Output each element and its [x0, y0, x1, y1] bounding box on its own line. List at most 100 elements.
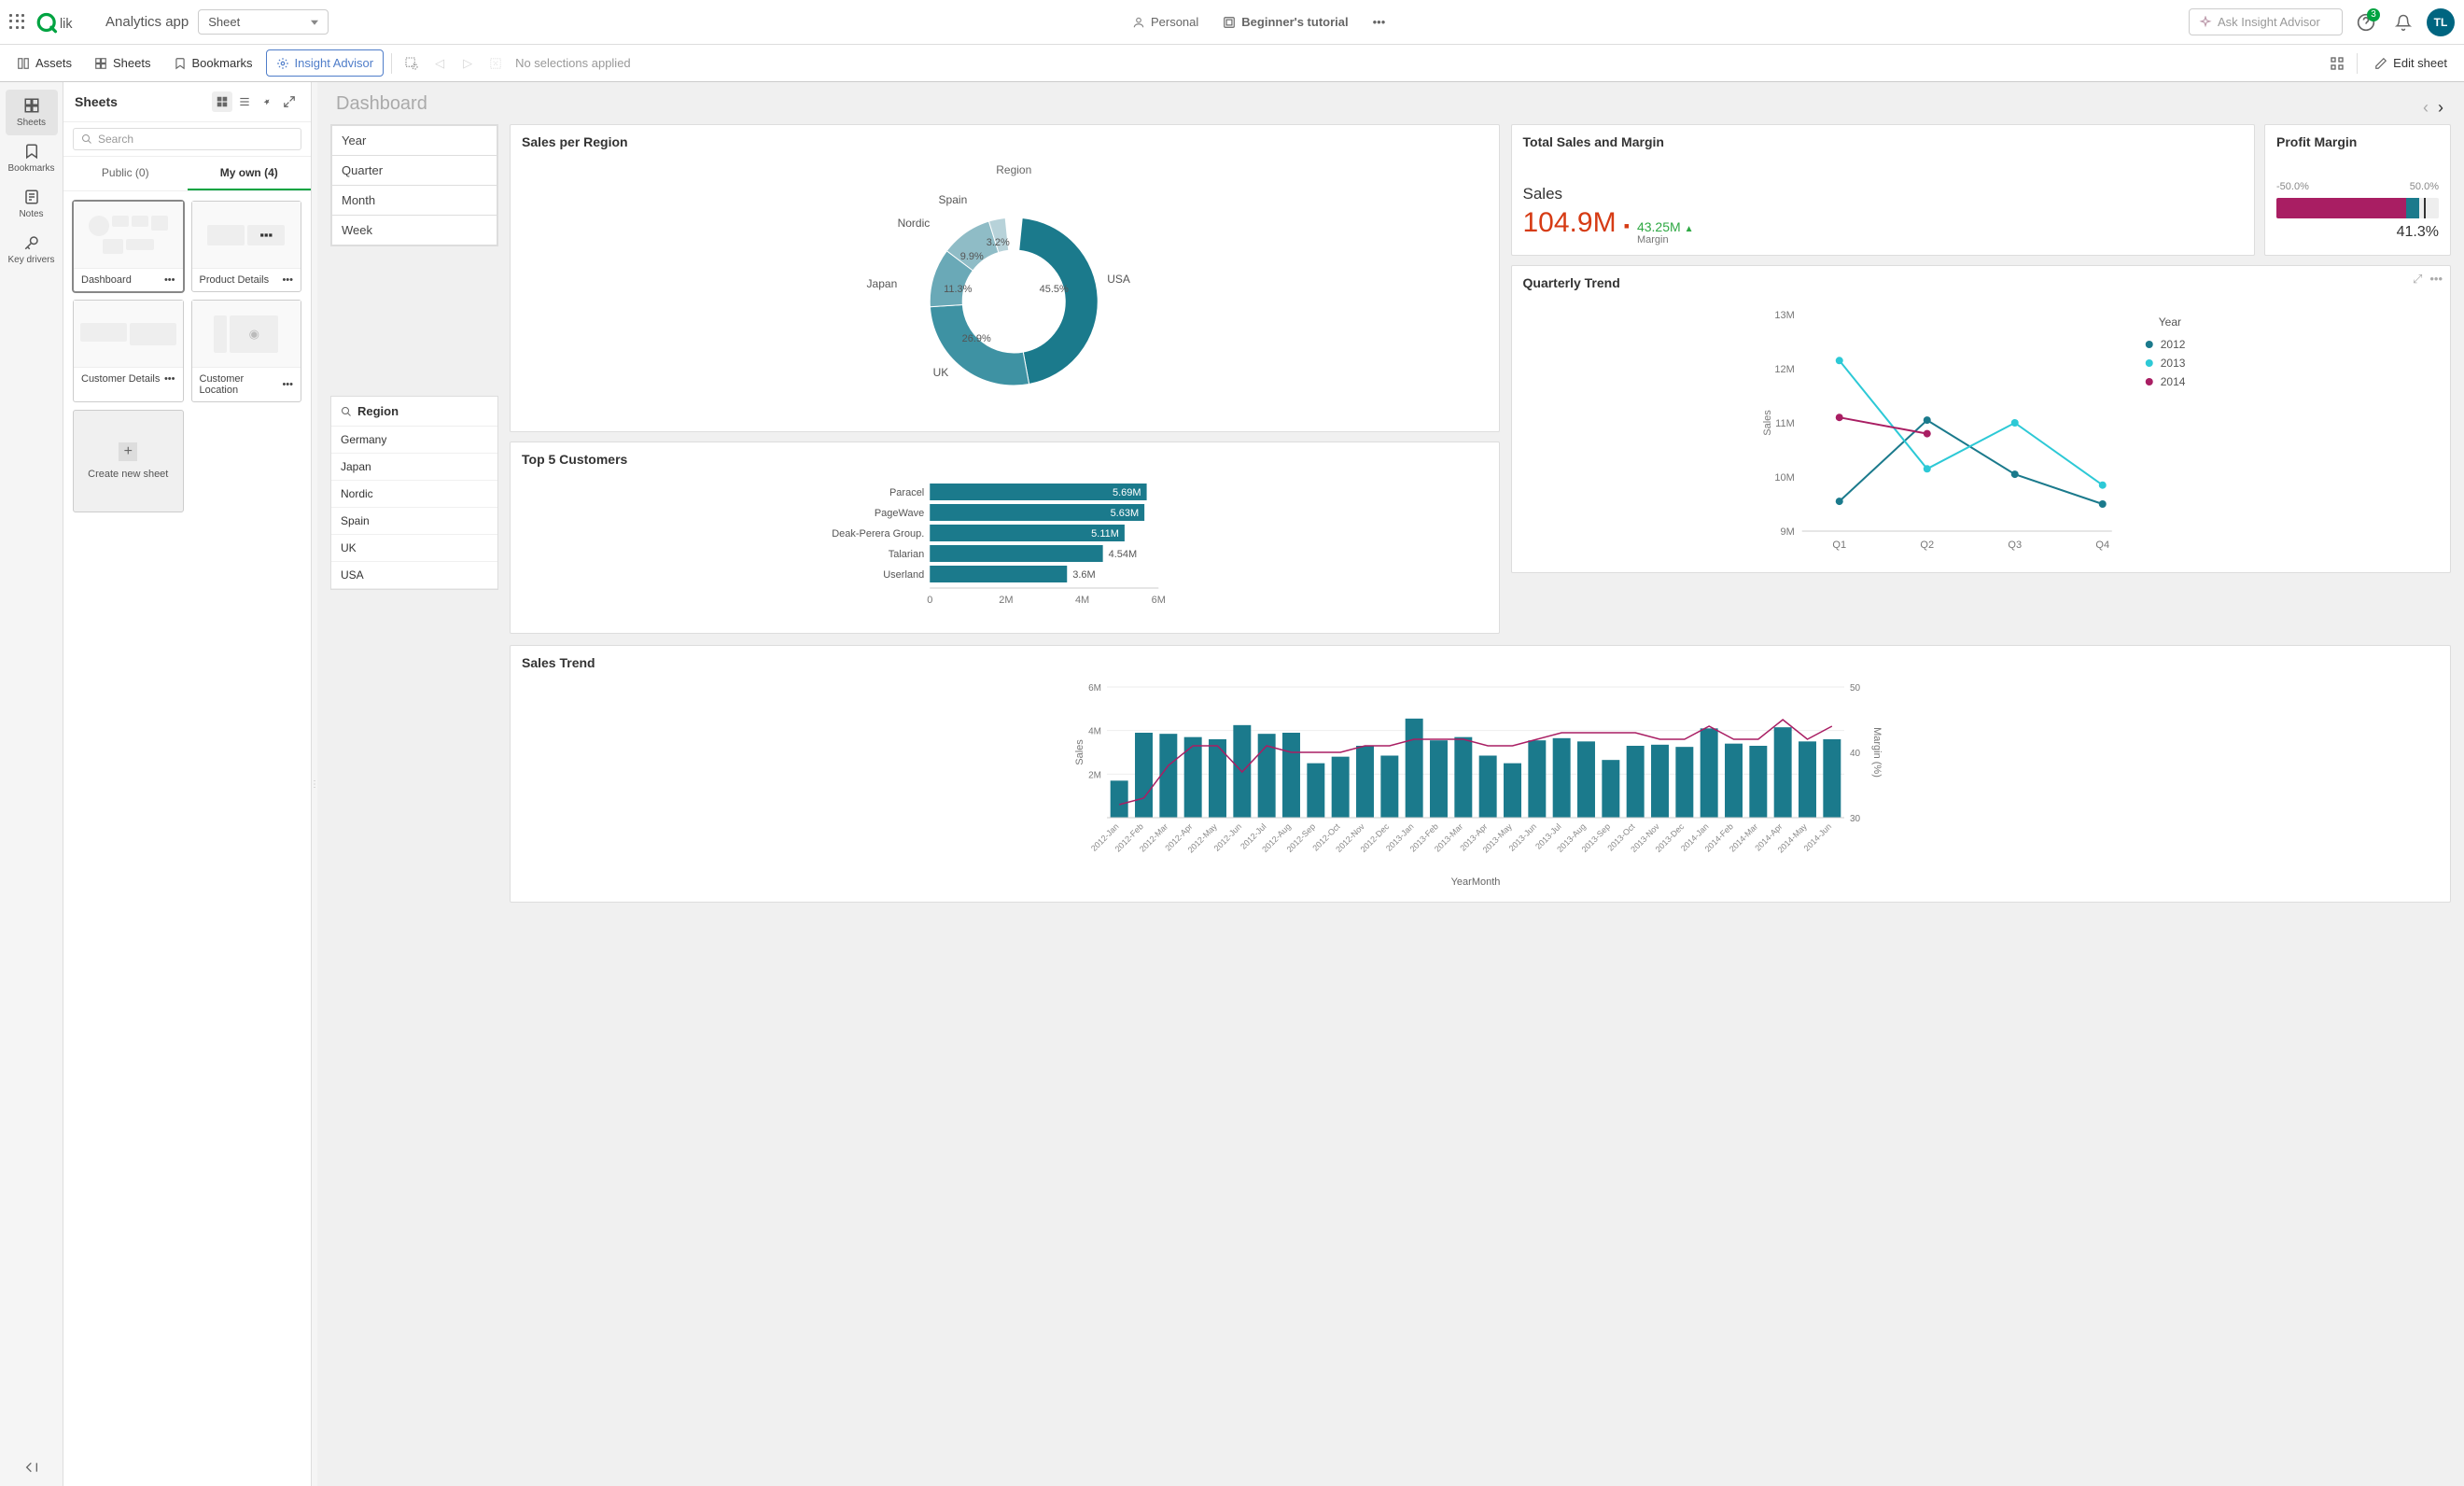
svg-text:Q3: Q3 [2008, 540, 2022, 551]
assets-button[interactable]: Assets [7, 50, 81, 76]
tutorial-button[interactable]: Beginner's tutorial [1215, 11, 1355, 33]
edit-sheet-button[interactable]: Edit sheet [2365, 50, 2457, 76]
create-sheet-button[interactable]: +Create new sheet [73, 410, 184, 512]
region-row[interactable]: Japan [331, 454, 497, 481]
smart-search-icon[interactable] [399, 51, 424, 76]
sheet-thumb[interactable]: ▪▪▪Product Details••• [191, 201, 302, 292]
bookmarks-button[interactable]: Bookmarks [164, 50, 262, 76]
svg-text:PageWave: PageWave [875, 508, 924, 519]
canvas: Dashboard ‹ › YearQuarterMonthWeek Regio… [317, 82, 2464, 1486]
canvas-title: Dashboard [336, 93, 427, 115]
thumb-menu-icon[interactable]: ••• [282, 274, 293, 286]
toolbar: Assets Sheets Bookmarks Insight Advisor … [0, 45, 2464, 82]
svg-text:11.3%: 11.3% [944, 284, 973, 295]
region-row[interactable]: Nordic [331, 481, 497, 508]
svg-text:2014: 2014 [2160, 375, 2185, 388]
search-input[interactable]: Search [73, 128, 301, 150]
svg-text:Q2: Q2 [1920, 540, 1934, 551]
rail-keydrivers[interactable]: Key drivers [6, 227, 58, 273]
svg-text:Userland: Userland [883, 569, 924, 581]
pin-icon[interactable] [257, 91, 277, 112]
sheet-thumb[interactable]: Dashboard••• [73, 201, 184, 292]
svg-text:6M: 6M [1088, 683, 1101, 694]
region-row[interactable]: Germany [331, 427, 497, 454]
profit-margin-gauge[interactable]: Profit Margin -50.0%50.0% 41.3% [2264, 124, 2451, 256]
tab-public[interactable]: Public (0) [63, 157, 188, 190]
rail-bookmarks[interactable]: Bookmarks [6, 135, 58, 181]
svg-text:2012: 2012 [2160, 338, 2185, 351]
rail-sheets[interactable]: Sheets [6, 90, 58, 135]
sheets-button[interactable]: Sheets [85, 50, 160, 76]
svg-text:26.9%: 26.9% [962, 333, 991, 344]
personal-button[interactable]: Personal [1125, 11, 1206, 33]
sheets-title: Sheets [75, 94, 118, 109]
top5-customers-chart[interactable]: Top 5 Customers Paracel5.69MPageWave5.63… [510, 442, 1500, 634]
thumb-menu-icon[interactable]: ••• [282, 379, 293, 390]
list-view-icon[interactable] [234, 91, 255, 112]
time-filter-item[interactable]: Year [331, 125, 497, 156]
bell-icon[interactable] [2389, 8, 2417, 36]
svg-text:Spain: Spain [939, 193, 968, 206]
app-launcher-icon[interactable] [9, 14, 26, 31]
svg-text:5.69M: 5.69M [1113, 487, 1141, 498]
sheet-thumb[interactable]: ◉Customer Location••• [191, 300, 302, 402]
step-fwd-icon[interactable]: ▷ [455, 51, 480, 76]
svg-text:5.11M: 5.11M [1091, 528, 1119, 540]
svg-text:Q1: Q1 [1832, 540, 1846, 551]
tab-myown[interactable]: My own (4) [188, 157, 312, 190]
pm-bar [2276, 198, 2439, 218]
svg-text:YearMonth: YearMonth [1451, 876, 1501, 888]
svg-text:Talarian: Talarian [889, 549, 925, 560]
svg-text:6M: 6M [1152, 595, 1166, 606]
region-row[interactable]: Spain [331, 508, 497, 535]
help-icon[interactable]: 3 [2352, 8, 2380, 36]
rail-notes[interactable]: Notes [6, 181, 58, 227]
clear-sel-icon[interactable] [483, 51, 508, 76]
svg-text:0: 0 [927, 595, 932, 606]
help-badge: 3 [2367, 8, 2380, 21]
svg-text:10M: 10M [1774, 472, 1794, 484]
svg-text:5.63M: 5.63M [1111, 508, 1140, 519]
svg-text:2M: 2M [1088, 770, 1101, 780]
fullscreen-icon[interactable]: ⤢ [2413, 272, 2422, 287]
svg-text:Sales: Sales [1074, 739, 1085, 765]
thumb-menu-icon[interactable]: ••• [164, 373, 175, 385]
svg-text:13M: 13M [1774, 310, 1794, 321]
ask-insight-input[interactable]: Ask Insight Advisor [2189, 8, 2343, 35]
prev-sheet-icon[interactable]: ‹ [2423, 98, 2429, 118]
svg-text:4.54M: 4.54M [1109, 549, 1138, 560]
grid-view-icon[interactable] [212, 91, 232, 112]
svg-text:40: 40 [1850, 749, 1861, 759]
sales-trend-chart[interactable]: Sales Trend 2M4M6M3040502012-Jan2012-Feb… [510, 645, 2451, 903]
quarterly-trend-chart[interactable]: Quarterly Trend ⤢••• 9M10M11M12M13MQ1Q2Q… [1511, 265, 2452, 573]
svg-text:2013: 2013 [2160, 357, 2185, 370]
time-filter-item[interactable]: Quarter [331, 156, 497, 186]
total-sales-kpi[interactable]: Total Sales and Margin Sales 104.9M ▪ 43… [1511, 124, 2256, 256]
svg-text:45.5%: 45.5% [1040, 284, 1069, 295]
rail-collapse-icon[interactable] [24, 1460, 39, 1475]
selections-tool-icon[interactable] [2325, 51, 2349, 76]
more-icon[interactable]: ••• [1365, 11, 1393, 33]
sheet-thumb[interactable]: Customer Details••• [73, 300, 184, 402]
time-filter-item[interactable]: Week [331, 216, 497, 245]
insight-advisor-button[interactable]: Insight Advisor [266, 49, 385, 77]
expand-icon[interactable] [279, 91, 300, 112]
sheet-dropdown[interactable]: Sheet [198, 9, 329, 35]
avatar[interactable]: TL [2427, 8, 2455, 36]
thumb-menu-icon[interactable]: ••• [164, 274, 175, 286]
svg-text:9.9%: 9.9% [960, 251, 984, 262]
step-back-icon[interactable]: ◁ [427, 51, 452, 76]
chart-menu-icon[interactable]: ••• [2429, 272, 2443, 287]
svg-text:Deak-Perera Group.: Deak-Perera Group. [832, 528, 924, 540]
next-sheet-icon[interactable]: › [2438, 98, 2443, 118]
qlik-logo[interactable]: lik [35, 11, 96, 34]
time-filter-item[interactable]: Month [331, 186, 497, 216]
svg-text:2M: 2M [999, 595, 1013, 606]
svg-text:Margin (%): Margin (%) [1871, 727, 1883, 778]
app-name: Analytics app [105, 14, 189, 30]
region-row[interactable]: UK [331, 535, 497, 562]
svg-text:9M: 9M [1780, 526, 1794, 538]
svg-text:4M: 4M [1075, 595, 1089, 606]
region-row[interactable]: USA [331, 562, 497, 589]
sales-per-region-chart[interactable]: Sales per Region RegionUSA45.5%UK26.9%Ja… [510, 124, 1500, 432]
